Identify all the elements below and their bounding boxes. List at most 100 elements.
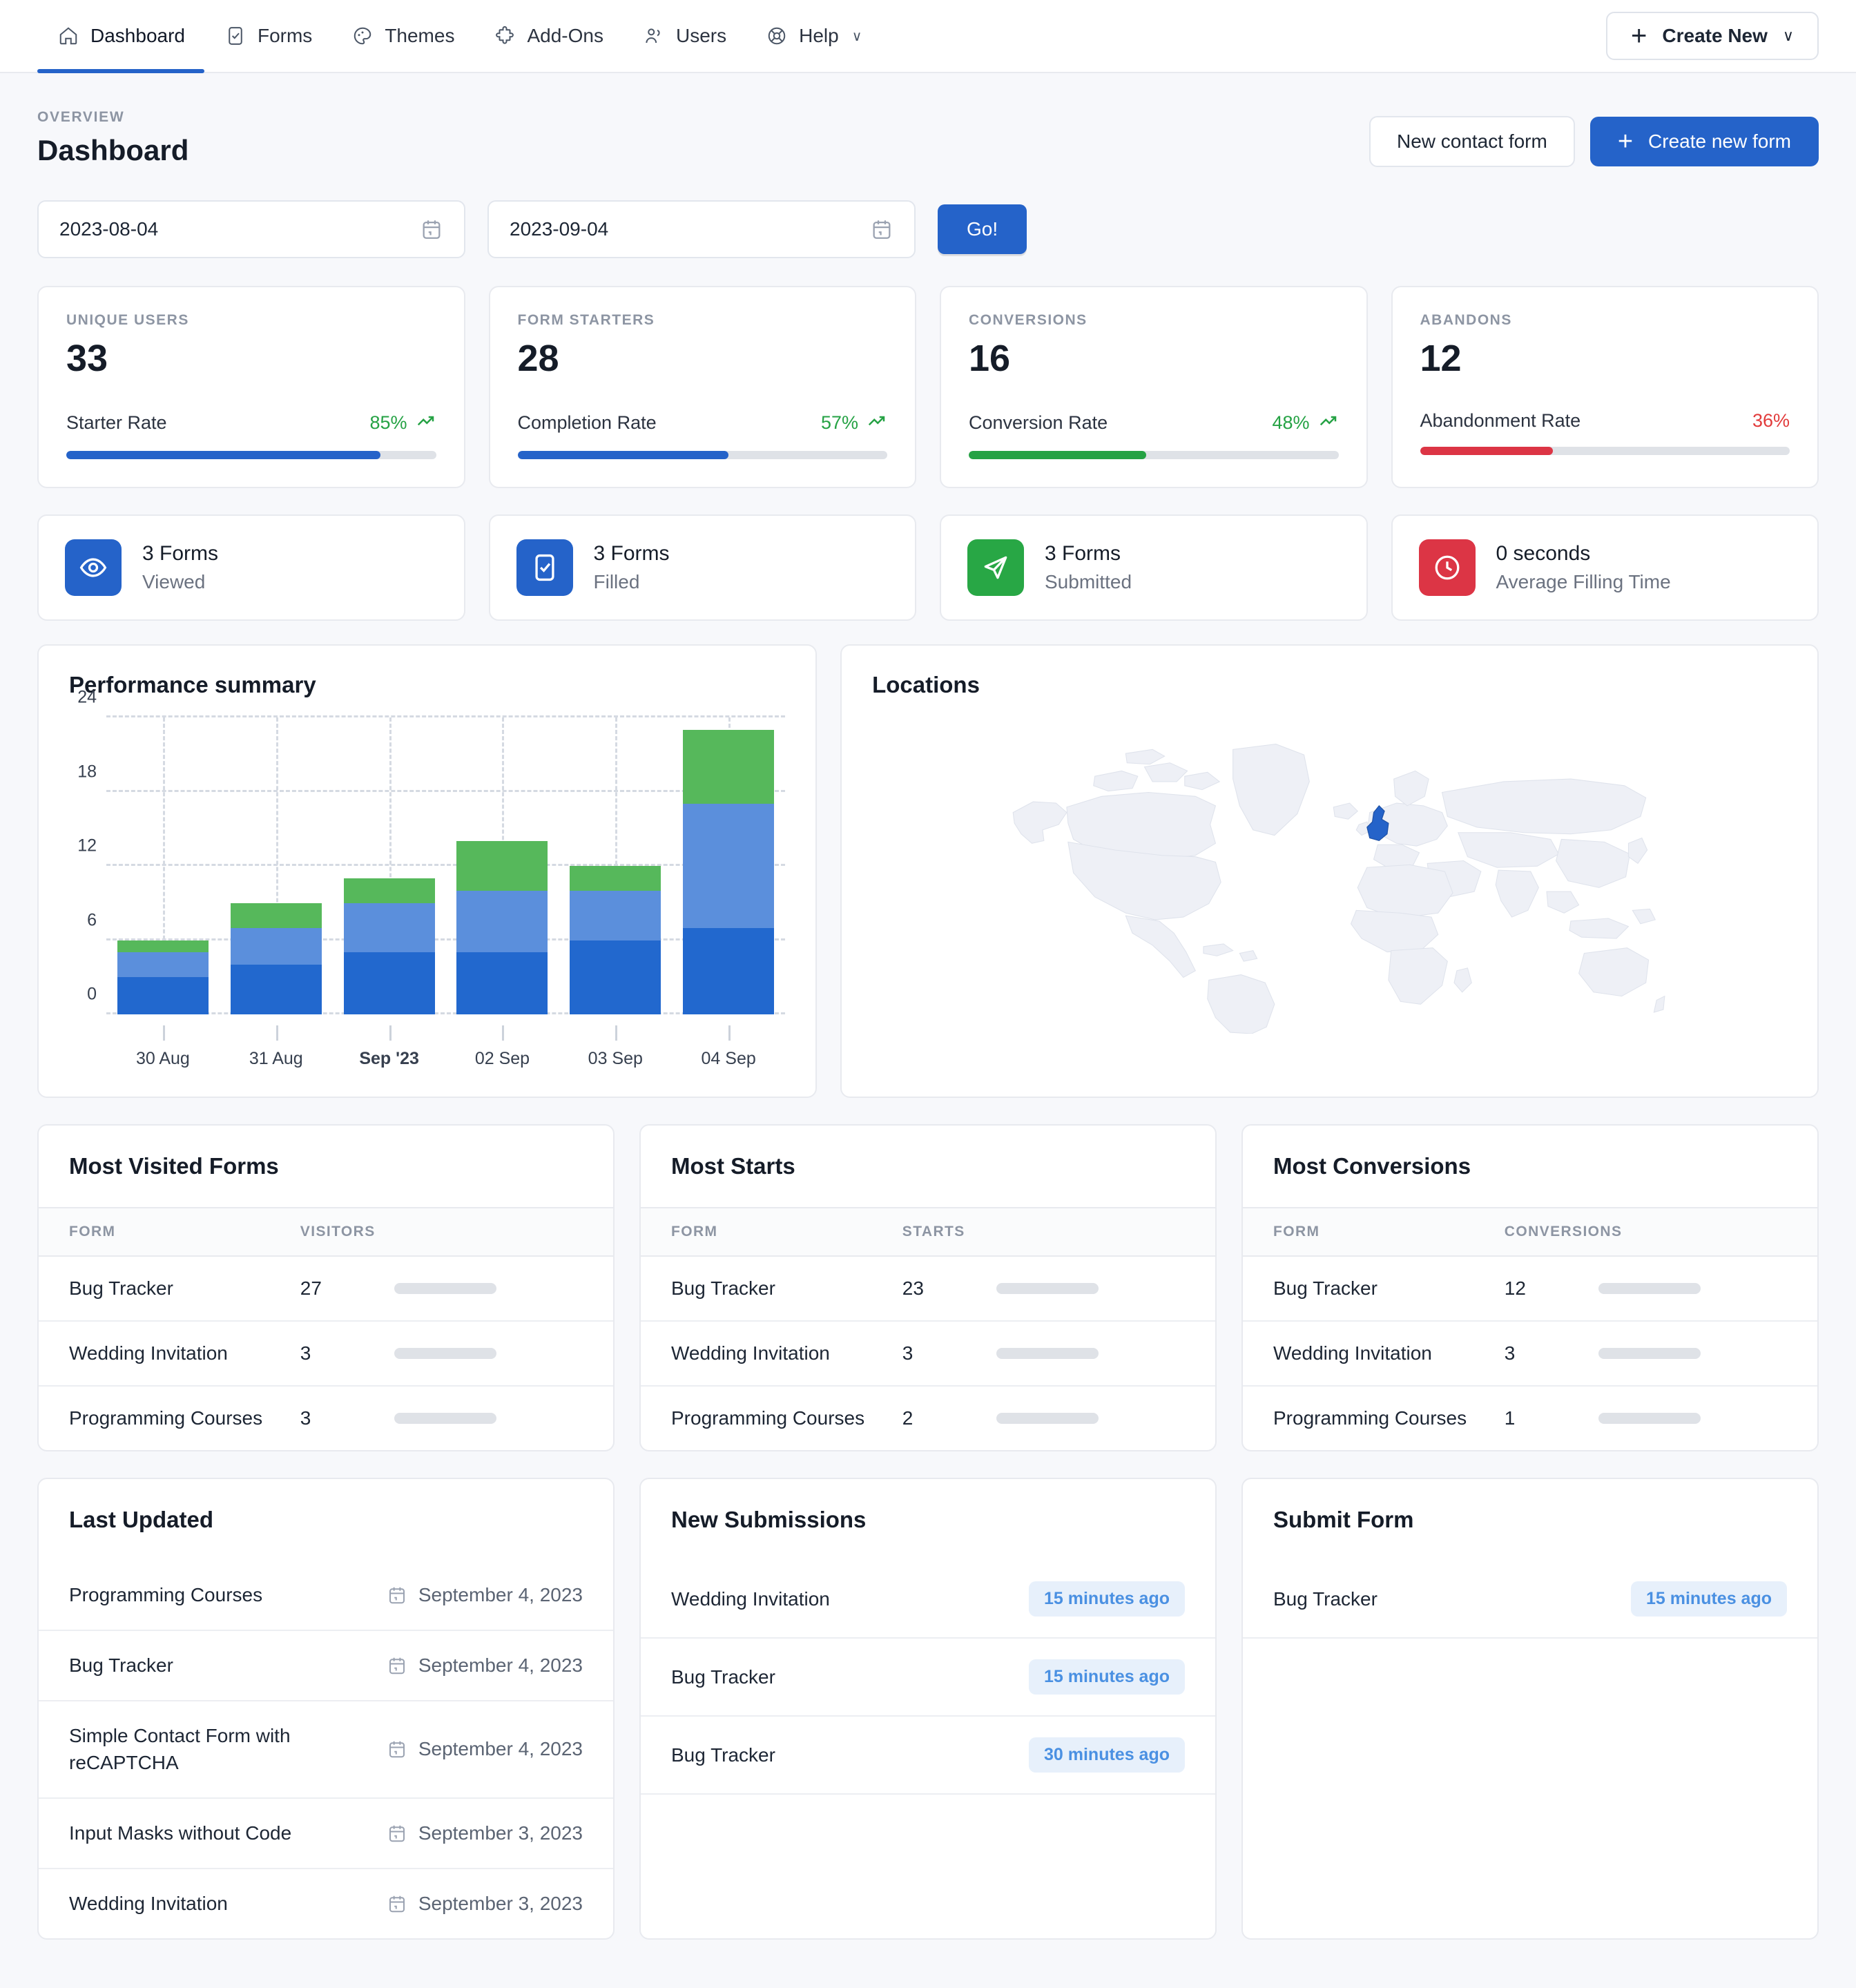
- table-row[interactable]: Bug Tracker 12: [1243, 1257, 1817, 1322]
- table-row[interactable]: Wedding Invitation 3: [641, 1322, 1215, 1387]
- kpi-label: FORM STARTERS: [518, 312, 888, 329]
- list-item[interactable]: Bug Tracker 15 minutes ago: [1243, 1561, 1817, 1639]
- row-bar: [394, 1413, 583, 1424]
- y-axis-tick: 0: [87, 985, 97, 1005]
- bar-segment-starts: [117, 952, 209, 977]
- world-map[interactable]: [842, 705, 1817, 1064]
- lifebuoy-icon: [765, 24, 789, 48]
- chart-bar-30aug[interactable]: [117, 717, 209, 1014]
- list-item[interactable]: Input Masks without Code September 3, 20…: [39, 1799, 613, 1869]
- page-header: OVERVIEW Dashboard New contact form + Cr…: [37, 73, 1819, 188]
- list-item[interactable]: Bug Tracker 30 minutes ago: [641, 1717, 1215, 1795]
- start-date-input[interactable]: 2023-08-04: [37, 200, 465, 258]
- nav-item-dashboard[interactable]: Dashboard: [37, 0, 204, 72]
- time-badge: 30 minutes ago: [1029, 1737, 1185, 1773]
- list-item[interactable]: Simple Contact Form with reCAPTCHA Septe…: [39, 1701, 613, 1799]
- trend-up-icon: [1318, 410, 1339, 436]
- row-date-text: September 3, 2023: [418, 1822, 583, 1844]
- x-axis-label: 03 Sep: [570, 1025, 661, 1069]
- calendar-icon: [387, 1655, 407, 1676]
- send-icon: [967, 539, 1024, 596]
- bar-segment-views: [683, 928, 774, 1014]
- kpi-rate-value-group: 48%: [1272, 410, 1338, 436]
- kpi-card-abandons: ABANDONS 12 Abandonment Rate 36%: [1391, 286, 1819, 488]
- chart-bar-31aug[interactable]: [231, 717, 322, 1014]
- go-button[interactable]: Go!: [938, 204, 1027, 254]
- calendar-icon[interactable]: [420, 218, 443, 241]
- row-form-name: Input Masks without Code: [69, 1820, 291, 1847]
- list-item[interactable]: Bug Tracker September 4, 2023: [39, 1631, 613, 1701]
- table-row[interactable]: Programming Courses 1: [1243, 1387, 1817, 1450]
- row-bar: [394, 1283, 583, 1294]
- table-row[interactable]: Bug Tracker 23: [641, 1257, 1215, 1322]
- trend-up-icon: [867, 410, 887, 436]
- summary-tile-title: 0 seconds: [1496, 542, 1671, 566]
- row-date: September 4, 2023: [387, 1738, 583, 1760]
- submit-form-title: Submit Form: [1243, 1479, 1817, 1561]
- table-row[interactable]: Programming Courses 2: [641, 1387, 1215, 1450]
- summary-tile-text: 3 Forms Submitted: [1045, 542, 1132, 593]
- chart-bar-03sep[interactable]: [570, 717, 661, 1014]
- summary-tile-title: 3 Forms: [594, 542, 670, 566]
- kpi-rate-row: Conversion Rate 48%: [969, 410, 1339, 436]
- nav-item-help[interactable]: Help ∨: [746, 0, 881, 72]
- bar-segment-views: [231, 965, 322, 1014]
- kpi-progress-fill: [1420, 447, 1554, 455]
- nav-item-themes[interactable]: Themes: [331, 0, 474, 72]
- kpi-progress-fill: [969, 451, 1146, 459]
- chart-bar-04sep[interactable]: [683, 717, 774, 1014]
- row-form-name: Programming Courses: [671, 1407, 902, 1429]
- header-actions: New contact form + Create new form: [1369, 116, 1819, 167]
- row-date-text: September 4, 2023: [418, 1738, 583, 1760]
- kpi-rate-value-group: 57%: [821, 410, 887, 436]
- kpi-rate-value: 36%: [1752, 410, 1790, 432]
- nav-item-users[interactable]: Users: [623, 0, 746, 72]
- kpi-progress-fill: [518, 451, 728, 459]
- create-new-form-button[interactable]: + Create new form: [1590, 117, 1819, 166]
- nav-label-help: Help: [799, 25, 839, 47]
- chart-bar-02sep[interactable]: [456, 717, 548, 1014]
- row-form-name: Wedding Invitation: [69, 1342, 300, 1364]
- table-row[interactable]: Bug Tracker 27: [39, 1257, 613, 1322]
- list-item[interactable]: Programming Courses September 4, 2023: [39, 1561, 613, 1631]
- kpi-rate-value: 48%: [1272, 412, 1309, 434]
- row-bar: [394, 1348, 583, 1359]
- row-form-name: Bug Tracker: [1273, 1585, 1378, 1613]
- table-row[interactable]: Wedding Invitation 3: [1243, 1322, 1817, 1387]
- last-updated-title: Last Updated: [39, 1479, 613, 1561]
- form-check-icon: [224, 24, 247, 48]
- kpi-value: 28: [518, 337, 888, 380]
- puzzle-icon: [493, 24, 516, 48]
- chevron-down-icon: ∨: [852, 28, 862, 45]
- bar-segment-conversions: [117, 940, 209, 953]
- users-icon: [642, 24, 666, 48]
- time-badge: 15 minutes ago: [1029, 1659, 1185, 1695]
- nav-label-forms: Forms: [258, 25, 312, 47]
- table-row[interactable]: Wedding Invitation 3: [39, 1322, 613, 1387]
- list-item[interactable]: Wedding Invitation September 3, 2023: [39, 1869, 613, 1938]
- nav-item-addons[interactable]: Add-Ons: [474, 0, 623, 72]
- new-contact-form-button[interactable]: New contact form: [1369, 116, 1575, 167]
- calendar-icon[interactable]: [870, 218, 893, 241]
- kpi-progress-fill: [66, 451, 380, 459]
- kpi-rate-name: Completion Rate: [518, 412, 657, 434]
- create-new-button[interactable]: + Create New ∨: [1606, 12, 1819, 60]
- summary-tile-filled: 3 Forms Filled: [489, 514, 917, 621]
- bar-segment-views: [117, 977, 209, 1014]
- end-date-input[interactable]: 2023-09-04: [487, 200, 916, 258]
- nav-label-addons: Add-Ons: [527, 25, 603, 47]
- row-form-name: Bug Tracker: [1273, 1277, 1505, 1300]
- list-item[interactable]: Wedding Invitation 15 minutes ago: [641, 1561, 1215, 1639]
- row-bar: [996, 1348, 1185, 1359]
- page-title: Dashboard: [37, 134, 188, 167]
- kpi-rate-value-group: 36%: [1752, 410, 1790, 432]
- chart-bar-sep23[interactable]: [344, 717, 435, 1014]
- row-form-name: Programming Courses: [69, 1407, 300, 1429]
- nav-item-forms[interactable]: Forms: [204, 0, 331, 72]
- row-form-name: Wedding Invitation: [1273, 1342, 1505, 1364]
- row-value: 3: [300, 1407, 394, 1429]
- list-item[interactable]: Bug Tracker 15 minutes ago: [641, 1639, 1215, 1717]
- page-title-block: OVERVIEW Dashboard: [37, 109, 188, 167]
- table-row[interactable]: Programming Courses 3: [39, 1387, 613, 1450]
- kpi-rate-value: 57%: [821, 412, 858, 434]
